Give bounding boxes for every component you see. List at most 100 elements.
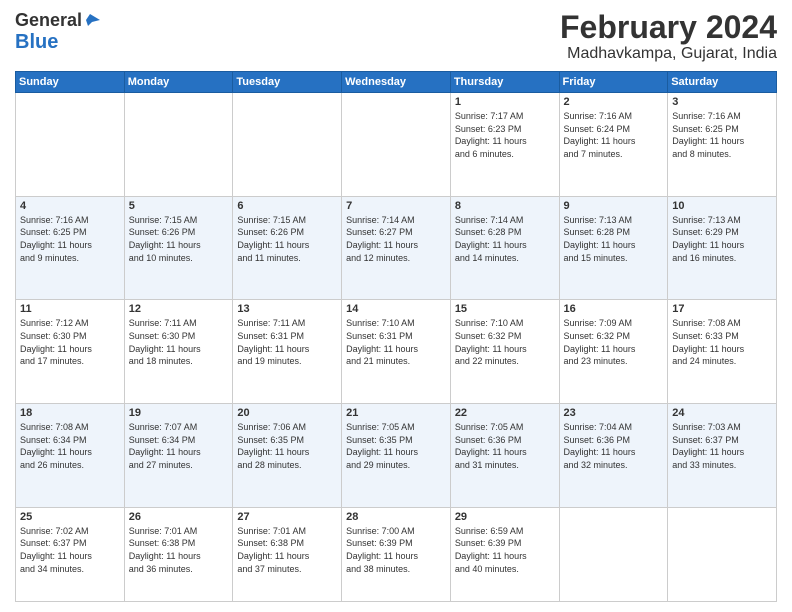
calendar-cell [559, 507, 668, 601]
day-info: Sunrise: 7:16 AM Sunset: 6:24 PM Dayligh… [564, 110, 664, 160]
day-number: 15 [455, 303, 555, 315]
calendar-cell [124, 93, 233, 197]
day-info: Sunrise: 7:14 AM Sunset: 6:28 PM Dayligh… [455, 214, 555, 264]
day-number: 4 [20, 200, 120, 212]
calendar-cell: 26Sunrise: 7:01 AM Sunset: 6:38 PM Dayli… [124, 507, 233, 601]
calendar-cell: 5 Sunrise: 7:15 AM Sunset: 6:26 PM Daylig… [124, 196, 233, 300]
calendar-cell: 17 Sunrise: 7:08 AM Sunset: 6:33 PM Dayli… [668, 300, 777, 404]
day-info: Sunrise: 7:05 AM Sunset: 6:36 PM Dayligh… [455, 421, 555, 471]
calendar-cell: 6 Sunrise: 7:15 AM Sunset: 6:26 PM Daylig… [233, 196, 342, 300]
day-number: 26 [129, 511, 229, 523]
calendar-cell: 29 Sunrise: 6:59 AM Sunset: 6:39 PM Dayli… [450, 507, 559, 601]
day-info: Sunrise: 7:15 AM Sunset: 6:26 PM Dayligh… [129, 214, 229, 264]
day-info: Sunrise: 7:15 AM Sunset: 6:26 PM Dayligh… [237, 214, 337, 264]
calendar-cell: 22Sunrise: 7:05 AM Sunset: 6:36 PM Dayli… [450, 404, 559, 508]
day-info: Sunrise: 6:59 AM Sunset: 6:39 PM Dayligh… [455, 525, 555, 575]
calendar-cell: 15Sunrise: 7:10 AM Sunset: 6:32 PM Dayli… [450, 300, 559, 404]
day-info: Sunrise: 7:13 AM Sunset: 6:29 PM Dayligh… [672, 214, 772, 264]
calendar-cell: 8 Sunrise: 7:14 AM Sunset: 6:28 PM Daylig… [450, 196, 559, 300]
calendar-cell: 19 Sunrise: 7:07 AM Sunset: 6:34 PM Dayli… [124, 404, 233, 508]
day-info: Sunrise: 7:12 AM Sunset: 6:30 PM Dayligh… [20, 317, 120, 367]
day-number: 5 [129, 200, 229, 212]
calendar-cell: 18Sunrise: 7:08 AM Sunset: 6:34 PM Dayli… [16, 404, 125, 508]
calendar-cell: 14Sunrise: 7:10 AM Sunset: 6:31 PM Dayli… [342, 300, 451, 404]
day-number: 2 [564, 96, 664, 108]
day-number: 16 [564, 303, 664, 315]
calendar-cell: 27 Sunrise: 7:01 AM Sunset: 6:38 PM Dayli… [233, 507, 342, 601]
calendar-cell: 12 Sunrise: 7:11 AM Sunset: 6:30 PM Dayli… [124, 300, 233, 404]
day-number: 12 [129, 303, 229, 315]
calendar-table: SundayMondayTuesdayWednesdayThursdayFrid… [15, 71, 777, 602]
day-info: Sunrise: 7:16 AM Sunset: 6:25 PM Dayligh… [20, 214, 120, 264]
calendar-cell [668, 507, 777, 601]
calendar-cell: 9 Sunrise: 7:13 AM Sunset: 6:28 PM Daylig… [559, 196, 668, 300]
col-header-friday: Friday [559, 72, 668, 93]
calendar-cell: 7Sunrise: 7:14 AM Sunset: 6:27 PM Daylig… [342, 196, 451, 300]
calendar-cell: 2 Sunrise: 7:16 AM Sunset: 6:24 PM Daylig… [559, 93, 668, 197]
calendar-cell: 20Sunrise: 7:06 AM Sunset: 6:35 PM Dayli… [233, 404, 342, 508]
calendar-cell: 3 Sunrise: 7:16 AM Sunset: 6:25 PM Daylig… [668, 93, 777, 197]
logo-general: General [15, 10, 82, 32]
day-number: 29 [455, 511, 555, 523]
day-number: 14 [346, 303, 446, 315]
day-info: Sunrise: 7:01 AM Sunset: 6:38 PM Dayligh… [237, 525, 337, 575]
day-info: Sunrise: 7:13 AM Sunset: 6:28 PM Dayligh… [564, 214, 664, 264]
calendar-cell: 24 Sunrise: 7:03 AM Sunset: 6:37 PM Dayli… [668, 404, 777, 508]
calendar-cell [233, 93, 342, 197]
calendar-cell: 16 Sunrise: 7:09 AM Sunset: 6:32 PM Dayli… [559, 300, 668, 404]
day-info: Sunrise: 7:11 AM Sunset: 6:30 PM Dayligh… [129, 317, 229, 367]
calendar-cell: 1 Sunrise: 7:17 AM Sunset: 6:23 PM Daylig… [450, 93, 559, 197]
calendar-cell: 10Sunrise: 7:13 AM Sunset: 6:29 PM Dayli… [668, 196, 777, 300]
calendar-subtitle: Madhavkampa, Gujarat, India [560, 45, 777, 63]
calendar-cell [16, 93, 125, 197]
day-number: 13 [237, 303, 337, 315]
day-number: 3 [672, 96, 772, 108]
day-number: 21 [346, 407, 446, 419]
day-info: Sunrise: 7:17 AM Sunset: 6:23 PM Dayligh… [455, 110, 555, 160]
day-number: 25 [20, 511, 120, 523]
day-info: Sunrise: 7:05 AM Sunset: 6:35 PM Dayligh… [346, 421, 446, 471]
day-number: 7 [346, 200, 446, 212]
calendar-cell: 28Sunrise: 7:00 AM Sunset: 6:39 PM Dayli… [342, 507, 451, 601]
day-number: 27 [237, 511, 337, 523]
day-number: 28 [346, 511, 446, 523]
day-info: Sunrise: 7:08 AM Sunset: 6:34 PM Dayligh… [20, 421, 120, 471]
title-block: February 2024 Madhavkampa, Gujarat, Indi… [560, 10, 777, 63]
day-number: 8 [455, 200, 555, 212]
calendar-cell [342, 93, 451, 197]
day-number: 24 [672, 407, 772, 419]
day-info: Sunrise: 7:11 AM Sunset: 6:31 PM Dayligh… [237, 317, 337, 367]
logo-bird-icon [82, 12, 100, 30]
day-number: 23 [564, 407, 664, 419]
logo-blue-text: Blue [15, 32, 58, 52]
calendar-cell: 25 Sunrise: 7:02 AM Sunset: 6:37 PM Dayli… [16, 507, 125, 601]
logo: General Blue [15, 10, 100, 52]
calendar-cell: 13 Sunrise: 7:11 AM Sunset: 6:31 PM Dayli… [233, 300, 342, 404]
day-info: Sunrise: 7:07 AM Sunset: 6:34 PM Dayligh… [129, 421, 229, 471]
day-number: 1 [455, 96, 555, 108]
col-header-monday: Monday [124, 72, 233, 93]
day-info: Sunrise: 7:06 AM Sunset: 6:35 PM Dayligh… [237, 421, 337, 471]
col-header-saturday: Saturday [668, 72, 777, 93]
page: General Blue February 2024 Madhavkampa, … [0, 0, 792, 612]
day-info: Sunrise: 7:08 AM Sunset: 6:33 PM Dayligh… [672, 317, 772, 367]
day-info: Sunrise: 7:09 AM Sunset: 6:32 PM Dayligh… [564, 317, 664, 367]
col-header-sunday: Sunday [16, 72, 125, 93]
day-number: 9 [564, 200, 664, 212]
calendar-cell: 11 Sunrise: 7:12 AM Sunset: 6:30 PM Dayli… [16, 300, 125, 404]
day-number: 17 [672, 303, 772, 315]
calendar-cell: 21 Sunrise: 7:05 AM Sunset: 6:35 PM Dayli… [342, 404, 451, 508]
col-header-tuesday: Tuesday [233, 72, 342, 93]
day-info: Sunrise: 7:04 AM Sunset: 6:36 PM Dayligh… [564, 421, 664, 471]
header: General Blue February 2024 Madhavkampa, … [15, 10, 777, 63]
col-header-wednesday: Wednesday [342, 72, 451, 93]
day-number: 19 [129, 407, 229, 419]
day-info: Sunrise: 7:16 AM Sunset: 6:25 PM Dayligh… [672, 110, 772, 160]
col-header-thursday: Thursday [450, 72, 559, 93]
calendar-title: February 2024 [560, 10, 777, 45]
day-number: 11 [20, 303, 120, 315]
day-info: Sunrise: 7:03 AM Sunset: 6:37 PM Dayligh… [672, 421, 772, 471]
day-info: Sunrise: 7:02 AM Sunset: 6:37 PM Dayligh… [20, 525, 120, 575]
logo-general-text: General [15, 10, 82, 30]
day-number: 6 [237, 200, 337, 212]
